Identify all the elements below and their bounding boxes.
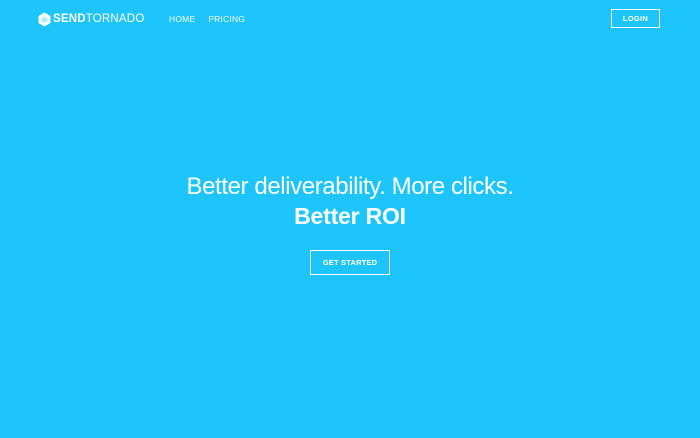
nav-item-home[interactable]: HOME <box>169 13 195 25</box>
nav-item-pricing[interactable]: PRICING <box>208 13 245 25</box>
landing-page: SENDTORNADO HOME PRICING LOGIN Better de… <box>0 0 700 438</box>
brand-name: SENDTORNADO <box>53 11 144 27</box>
hero-subheadline: Better ROI <box>294 203 406 229</box>
brand-name-light: TORNADO <box>85 13 145 25</box>
brand-logo-link[interactable]: SENDTORNADO <box>38 11 144 27</box>
get-started-button[interactable]: GET STARTED <box>310 250 390 275</box>
brand-name-bold: SEND <box>53 13 86 25</box>
hero-section: Better deliverability. More clicks. Bett… <box>0 172 700 230</box>
hero-headline: Better deliverability. More clicks. <box>186 173 514 200</box>
login-button[interactable]: LOGIN <box>611 9 660 28</box>
main-nav: HOME PRICING <box>169 13 245 25</box>
hexagon-logo-icon <box>38 12 51 27</box>
